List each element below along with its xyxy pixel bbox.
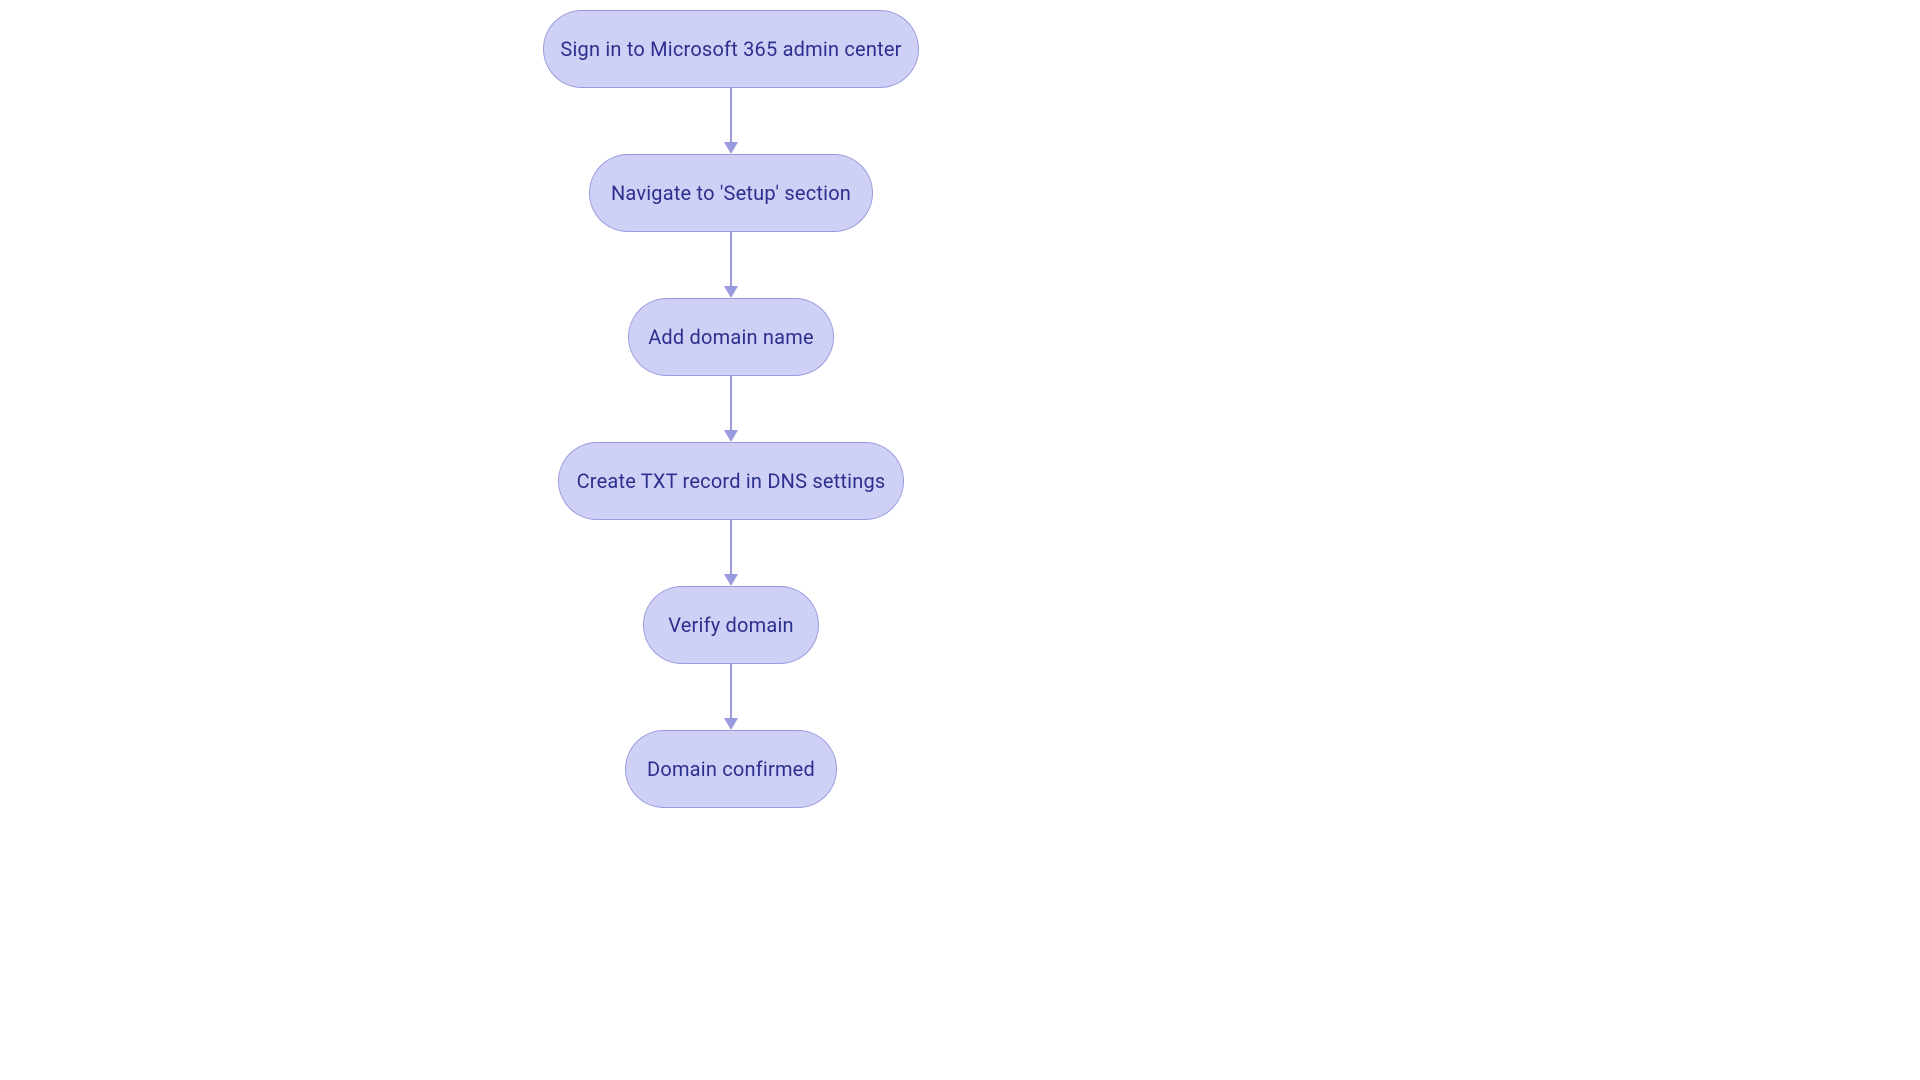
flow-node-sign-in: Sign in to Microsoft 365 admin center xyxy=(543,10,919,88)
flow-node-label: Verify domain xyxy=(668,613,794,637)
flow-node-navigate-setup: Navigate to 'Setup' section xyxy=(589,154,873,232)
flowchart-canvas: Sign in to Microsoft 365 admin center Na… xyxy=(0,0,1920,1080)
flow-node-label: Navigate to 'Setup' section xyxy=(611,181,851,205)
flow-arrow-line xyxy=(730,232,732,286)
flow-node-label: Domain confirmed xyxy=(647,757,815,781)
flow-node-label: Create TXT record in DNS settings xyxy=(577,469,886,493)
flow-node-label: Sign in to Microsoft 365 admin center xyxy=(560,37,901,61)
flow-node-domain-confirmed: Domain confirmed xyxy=(625,730,837,808)
flow-node-add-domain: Add domain name xyxy=(628,298,834,376)
flow-arrow-line xyxy=(730,520,732,574)
flow-arrow-head-icon xyxy=(724,574,738,586)
flow-node-verify-domain: Verify domain xyxy=(643,586,819,664)
flow-node-create-txt: Create TXT record in DNS settings xyxy=(558,442,904,520)
flow-node-label: Add domain name xyxy=(648,325,814,349)
flow-arrow-head-icon xyxy=(724,430,738,442)
flow-arrow-line xyxy=(730,88,732,142)
flow-arrow-line xyxy=(730,376,732,430)
flow-arrow-head-icon xyxy=(724,718,738,730)
flow-arrow-line xyxy=(730,664,732,718)
flow-arrow-head-icon xyxy=(724,286,738,298)
flow-arrow-head-icon xyxy=(724,142,738,154)
